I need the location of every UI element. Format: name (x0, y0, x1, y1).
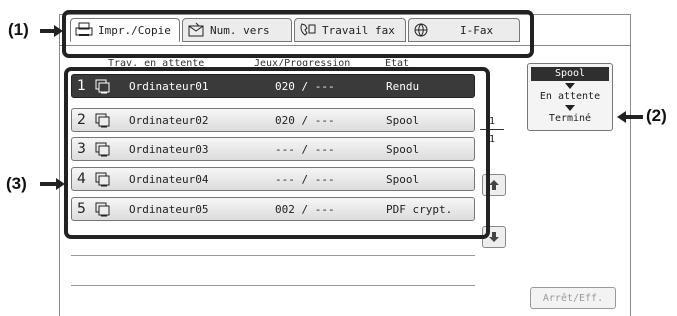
empty-row-divider (71, 255, 475, 256)
callout-arrow (54, 25, 63, 37)
empty-row-divider (71, 285, 475, 286)
callout-box-list (64, 67, 490, 239)
callout-leader (625, 115, 643, 119)
down-arrow-icon (565, 105, 575, 111)
column-header-queue: Trav. en attente (108, 58, 205, 66)
column-header-status: Etat (385, 58, 410, 66)
status-option-spool[interactable]: Spool (531, 67, 609, 81)
callout-arrow (56, 178, 65, 190)
status-selector[interactable]: Spool En attente Terminé (527, 63, 613, 131)
status-option-waiting[interactable]: En attente (528, 91, 612, 102)
stop-delete-button[interactable]: Arrêt/Eff. (530, 287, 616, 309)
callout-box-tabs (62, 10, 534, 58)
callout-label-3: (3) (6, 174, 27, 193)
callout-label-2: (2) (646, 106, 667, 125)
column-header-progress: Jeux/Progression (254, 58, 351, 66)
status-option-done[interactable]: Terminé (528, 113, 612, 124)
down-arrow-icon (565, 83, 575, 89)
callout-label-1: (1) (8, 20, 29, 39)
